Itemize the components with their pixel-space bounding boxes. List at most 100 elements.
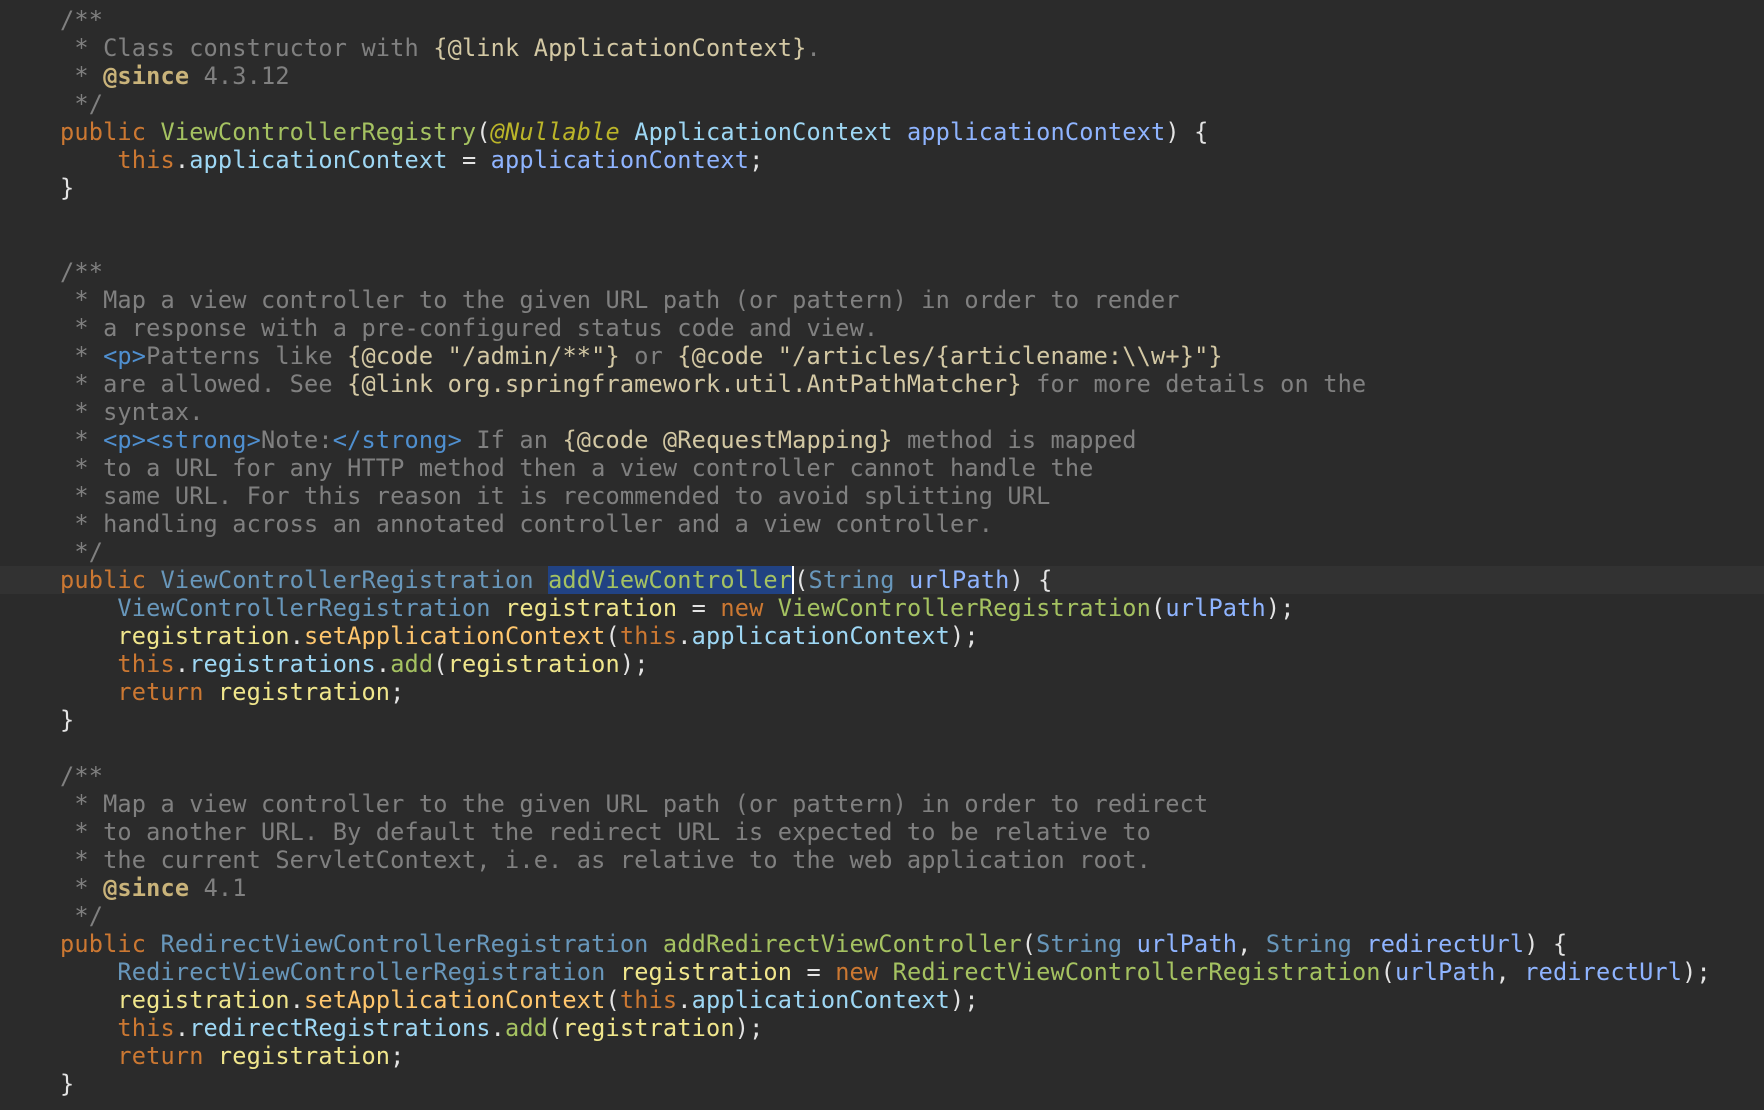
code-line[interactable]: } bbox=[0, 174, 1764, 202]
code-token: , bbox=[1237, 930, 1266, 958]
code-line[interactable]: * Map a view controller to the given URL… bbox=[0, 790, 1764, 818]
code-token: ) { bbox=[1524, 930, 1568, 958]
code-line[interactable]: * a response with a pre-configured statu… bbox=[0, 314, 1764, 342]
code-token: this bbox=[619, 622, 678, 650]
code-token: ViewControllerRegistry bbox=[160, 118, 477, 146]
code-line[interactable]: * same URL. For this reason it is recomm… bbox=[0, 482, 1764, 510]
code-line[interactable]: /** bbox=[0, 762, 1764, 790]
code-line[interactable]: ​ bbox=[0, 202, 1764, 230]
code-token: , bbox=[1495, 958, 1525, 986]
code-token: this bbox=[117, 1014, 175, 1042]
code-line[interactable]: * Map a view controller to the given URL… bbox=[0, 286, 1764, 314]
code-line[interactable]: ​ bbox=[0, 734, 1764, 762]
code-line[interactable]: * are allowed. See {@link org.springfram… bbox=[0, 370, 1764, 398]
code-token: ); bbox=[950, 622, 979, 650]
code-line[interactable]: * to another URL. By default the redirec… bbox=[0, 818, 1764, 846]
code-line[interactable]: this.registrations.add(registration); bbox=[0, 650, 1764, 678]
code-line[interactable]: ViewControllerRegistration registration … bbox=[0, 594, 1764, 622]
code-line[interactable]: registration.setApplicationContext(this.… bbox=[0, 622, 1764, 650]
code-token: registration bbox=[117, 622, 290, 650]
code-line[interactable]: */ bbox=[0, 538, 1764, 566]
code-token: setApplicationContext bbox=[304, 622, 606, 650]
code-token: urlPath bbox=[1165, 594, 1266, 622]
code-token: * handling across an annotated controlle… bbox=[60, 510, 994, 538]
code-token: or bbox=[619, 342, 678, 370]
code-line[interactable]: * to a URL for any HTTP method then a vi… bbox=[0, 454, 1764, 482]
code-token: return bbox=[117, 1042, 218, 1070]
code-line[interactable]: * Class constructor with {@link Applicat… bbox=[0, 34, 1764, 62]
code-line[interactable]: ​ bbox=[0, 230, 1764, 258]
code-token: applicationContext bbox=[906, 118, 1166, 146]
code-line[interactable]: public ViewControllerRegistration addVie… bbox=[0, 566, 1764, 594]
code-token: this bbox=[117, 146, 175, 174]
code-line[interactable]: this.redirectRegistrations.add(registrat… bbox=[0, 1014, 1764, 1042]
code-token: ViewControllerRegistration bbox=[117, 594, 491, 622]
code-token: redirectRegistrations bbox=[189, 1014, 491, 1042]
code-token: */ bbox=[60, 538, 104, 566]
code-token: addRedirectViewController bbox=[662, 930, 1022, 958]
code-token: urlPath bbox=[1395, 958, 1496, 986]
code-line[interactable]: * handling across an annotated controlle… bbox=[0, 510, 1764, 538]
code-line[interactable]: */ bbox=[0, 902, 1764, 930]
code-token: String bbox=[808, 566, 895, 594]
code-token: * bbox=[60, 342, 104, 370]
code-token: registration bbox=[505, 594, 678, 622]
code-line[interactable]: } bbox=[0, 1070, 1764, 1098]
code-line[interactable]: public RedirectViewControllerRegistratio… bbox=[0, 930, 1764, 958]
code-line[interactable]: /** bbox=[0, 6, 1764, 34]
code-line[interactable]: return registration; bbox=[0, 678, 1764, 706]
code-line[interactable]: /** bbox=[0, 258, 1764, 286]
code-line[interactable]: * <p>Patterns like {@code "/admin/**"} o… bbox=[0, 342, 1764, 370]
code-token: applicationContext bbox=[691, 986, 951, 1014]
code-line[interactable]: return registration; bbox=[0, 1042, 1764, 1070]
code-token: ( bbox=[1380, 958, 1396, 986]
code-token: {@link ApplicationContext} bbox=[433, 34, 807, 62]
code-token: ) { bbox=[1009, 566, 1053, 594]
code-token: * bbox=[60, 62, 104, 90]
code-line[interactable]: * syntax. bbox=[0, 398, 1764, 426]
code-token: . bbox=[677, 622, 692, 650]
code-token: applicationContext bbox=[490, 146, 750, 174]
code-token: * bbox=[60, 874, 104, 902]
code-token: urlPath bbox=[1136, 930, 1238, 958]
code-line[interactable]: * the current ServletContext, i.e. as re… bbox=[0, 846, 1764, 874]
code-token: . bbox=[289, 986, 305, 1014]
code-token: * the current ServletContext, i.e. as re… bbox=[60, 846, 1151, 874]
code-line[interactable]: */ bbox=[0, 90, 1764, 118]
code-token: } bbox=[60, 1070, 75, 1098]
code-token: ( bbox=[476, 118, 491, 146]
code-line[interactable]: * <p><strong>Note:</strong> If an {@code… bbox=[0, 426, 1764, 454]
code-token: registration bbox=[447, 650, 620, 678]
code-line[interactable]: registration.setApplicationContext(this.… bbox=[0, 986, 1764, 1014]
code-token: applicationContext bbox=[691, 622, 951, 650]
code-line[interactable]: public ViewControllerRegistry(@Nullable … bbox=[0, 118, 1764, 146]
code-token: @since bbox=[103, 62, 190, 90]
code-token: registration bbox=[619, 958, 793, 986]
code-token: = bbox=[447, 146, 491, 174]
code-line[interactable]: * @since 4.3.12 bbox=[0, 62, 1764, 90]
code-token: registration bbox=[217, 678, 391, 706]
code-token: * Map a view controller to the given URL… bbox=[60, 286, 1180, 314]
code-line[interactable]: RedirectViewControllerRegistration regis… bbox=[0, 958, 1764, 986]
code-token: <p> bbox=[103, 342, 147, 370]
code-token: /** bbox=[60, 762, 104, 790]
code-line[interactable]: * @since 4.1 bbox=[0, 874, 1764, 902]
code-area[interactable]: /** * Class constructor with {@link Appl… bbox=[0, 6, 1764, 1098]
code-line[interactable]: this.applicationContext = applicationCon… bbox=[0, 146, 1764, 174]
code-token: . bbox=[174, 650, 190, 678]
code-token: */ bbox=[60, 902, 104, 930]
code-editor[interactable]: /** * Class constructor with {@link Appl… bbox=[0, 0, 1764, 1110]
code-line[interactable]: } bbox=[0, 706, 1764, 734]
code-token: registration bbox=[117, 986, 290, 1014]
code-token: {@code "/articles/{articlename:\\w+}"} bbox=[677, 342, 1223, 370]
code-token: RedirectViewControllerRegistration bbox=[160, 930, 649, 958]
code-token: ) { bbox=[1165, 118, 1209, 146]
